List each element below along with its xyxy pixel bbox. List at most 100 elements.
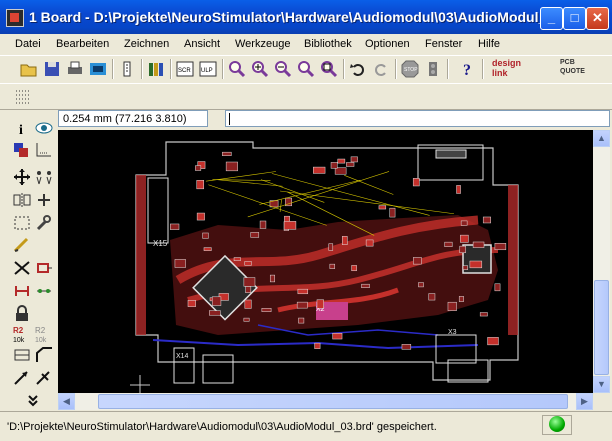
svg-text:10k: 10k (35, 337, 47, 343)
smd-part (259, 220, 267, 229)
smd-part (447, 301, 457, 311)
value-icon[interactable]: R210k (34, 325, 54, 343)
delete-icon[interactable] (12, 259, 32, 277)
more-tools-chevron-icon[interactable] (23, 392, 43, 410)
airwire (279, 190, 454, 215)
menu-datei[interactable]: Datei (15, 38, 41, 50)
smd-part (328, 243, 334, 251)
mirror-icon[interactable] (12, 191, 32, 209)
menu-optionen[interactable]: Optionen (365, 38, 410, 50)
save-icon[interactable] (43, 60, 61, 78)
show-eye-icon[interactable] (34, 119, 54, 137)
smd-part (365, 239, 374, 247)
smd-part (203, 247, 212, 251)
smd-part (196, 212, 205, 221)
pinswap-icon[interactable] (34, 282, 54, 300)
cam-icon[interactable] (89, 60, 107, 78)
open-icon[interactable] (20, 60, 38, 78)
redo-icon[interactable] (372, 60, 390, 78)
menu-bearbeiten[interactable]: Bearbeiten (56, 38, 109, 50)
ripup-icon[interactable] (34, 369, 54, 387)
print-icon[interactable] (66, 60, 84, 78)
smd-part (337, 158, 346, 164)
pcb-quote-button[interactable]: PCB QUOTE (544, 58, 585, 80)
smd-part (209, 310, 221, 316)
zoom-out-icon[interactable] (274, 60, 292, 78)
smd-part (460, 234, 469, 243)
split-icon[interactable] (12, 346, 32, 364)
smash-icon[interactable]: R210k (12, 325, 32, 343)
scroll-right-button[interactable]: ▶ (576, 393, 593, 410)
go-icon[interactable] (424, 60, 442, 78)
zoom-in-icon[interactable] (251, 60, 269, 78)
pcb-layout-drawing[interactable]: X15 X2 X14 X3 (58, 130, 593, 393)
undo-icon[interactable] (349, 60, 367, 78)
script-icon[interactable] (118, 60, 136, 78)
smd-part (329, 263, 336, 269)
rotate-icon[interactable] (34, 191, 54, 209)
scroll-left-button[interactable]: ◀ (58, 393, 75, 410)
command-line-input[interactable] (225, 110, 610, 127)
close-button[interactable]: ✕ (586, 7, 609, 30)
horizontal-scroll-thumb[interactable] (98, 394, 568, 409)
menu-bibliothek[interactable]: Bibliothek (304, 38, 352, 50)
maximize-button[interactable]: □ (563, 7, 586, 30)
zoom-fit-icon[interactable] (228, 60, 246, 78)
smd-part (316, 299, 324, 309)
zoom-select-icon[interactable] (320, 60, 338, 78)
vertical-scrollbar[interactable]: ▲ ▼ (593, 130, 610, 393)
main-toolbar: SCR ULP STOP ? design link PCB QUOTE (0, 55, 612, 84)
smd-part (459, 245, 466, 254)
sch-icon[interactable]: SCR (176, 60, 194, 78)
library-icon[interactable] (147, 60, 165, 78)
group-icon[interactable] (12, 214, 32, 232)
copy-icon[interactable] (34, 168, 54, 186)
ulp-icon[interactable]: ULP (199, 60, 217, 78)
menu-fenster[interactable]: Fenster (425, 38, 462, 50)
menu-hilfe[interactable]: Hilfe (478, 38, 500, 50)
menu-zeichnen[interactable]: Zeichnen (124, 38, 169, 50)
help-icon[interactable]: ? (459, 60, 477, 78)
move-icon[interactable] (12, 168, 32, 186)
smd-part (211, 296, 222, 306)
vertical-scroll-thumb[interactable] (594, 280, 609, 375)
grid-icon[interactable] (14, 88, 32, 106)
board-canvas[interactable]: X15 X2 X14 X3 (58, 130, 593, 393)
paste-icon[interactable] (12, 236, 32, 254)
minimize-button[interactable]: _ (540, 7, 563, 30)
change-wrench-icon[interactable] (34, 214, 54, 232)
stop-icon[interactable]: STOP (401, 60, 419, 78)
smd-part (244, 261, 252, 266)
display-layers-icon[interactable] (12, 141, 32, 159)
designlink-button[interactable]: design link (492, 58, 538, 80)
miter-icon[interactable] (34, 346, 54, 364)
add-icon[interactable] (34, 259, 54, 277)
horizontal-scrollbar[interactable]: ◀ ▶ (58, 393, 593, 410)
board-label-x15: X15 (153, 239, 168, 248)
smd-part (298, 317, 305, 324)
eagle-app-icon[interactable] (6, 9, 24, 27)
smd-part (225, 161, 238, 172)
smd-part (222, 151, 232, 156)
smd-part (351, 265, 357, 272)
replace-icon[interactable] (12, 282, 32, 300)
svg-text:ULP: ULP (201, 68, 213, 74)
scroll-up-button[interactable]: ▲ (593, 130, 610, 147)
window-title: 1 Board - D:\Projekte\NeuroStimulator\Ha… (29, 9, 558, 25)
smd-part (296, 301, 308, 309)
mark-icon[interactable] (34, 141, 54, 159)
smd-part (428, 293, 436, 301)
route-icon[interactable] (12, 369, 32, 387)
lock-icon[interactable] (12, 305, 32, 323)
smd-part (187, 300, 196, 307)
board-label-x3: X3 (448, 329, 457, 336)
menu-ansicht[interactable]: Ansicht (184, 38, 220, 50)
scroll-down-button[interactable]: ▼ (593, 376, 610, 393)
menu-bar: Datei Bearbeiten Zeichnen Ansicht Werkze… (0, 34, 612, 54)
zoom-redraw-icon[interactable] (297, 60, 315, 78)
title-bar[interactable]: 1 Board - D:\Projekte\NeuroStimulator\Ha… (0, 0, 612, 34)
info-icon[interactable]: i (12, 119, 32, 137)
menu-werkzeuge[interactable]: Werkzeuge (235, 38, 290, 50)
smd-part (297, 288, 309, 295)
status-message: 'D:\Projekte\NeuroStimulator\Hardware\Au… (7, 418, 527, 436)
